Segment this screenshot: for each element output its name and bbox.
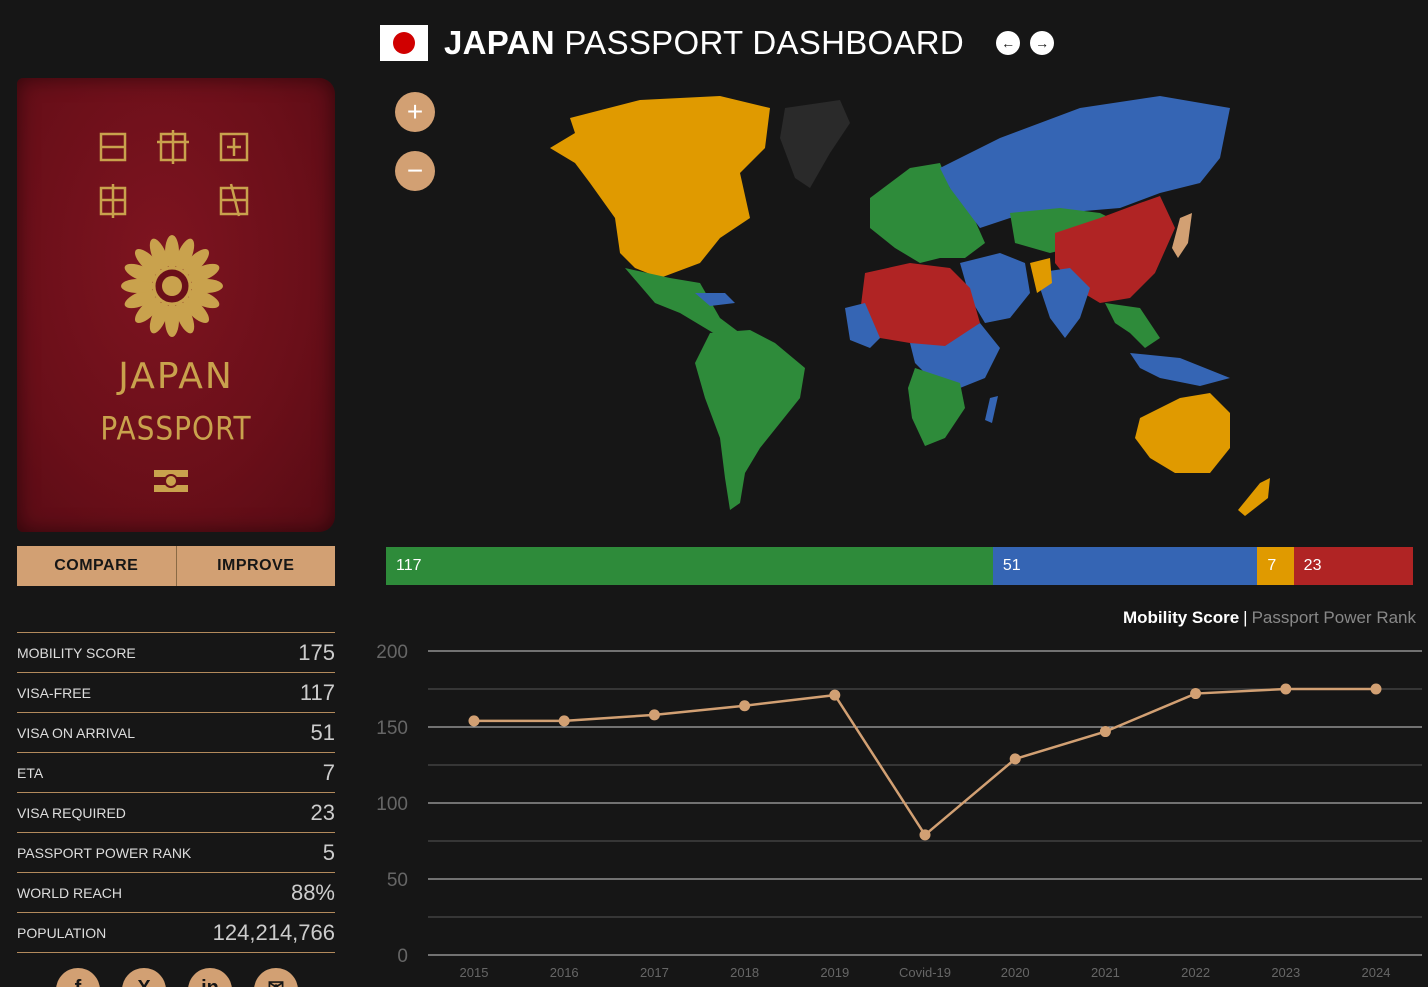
visa-required-segment[interactable]: 23 xyxy=(1293,547,1413,585)
map-region-japan xyxy=(1172,213,1192,258)
facebook-icon[interactable]: f xyxy=(56,968,100,987)
map-region-central-america[interactable] xyxy=(625,268,740,343)
x-tick-label: 2021 xyxy=(1091,965,1120,980)
world-map[interactable] xyxy=(440,78,1340,528)
stat-value: 117 xyxy=(299,679,335,705)
x-tick-label: 2023 xyxy=(1271,965,1300,980)
map-region-north-america[interactable] xyxy=(550,96,770,278)
x-tick-label: 2022 xyxy=(1181,965,1210,980)
japan-flag-icon xyxy=(380,25,428,61)
stat-value: 5 xyxy=(322,839,335,865)
stat-row: PASSPORT POWER RANK 5 xyxy=(17,833,335,873)
zoom-in-button[interactable]: + xyxy=(395,92,435,132)
chart-toggle: Mobility Score | Passport Power Rank xyxy=(1123,608,1416,628)
stat-value: 7 xyxy=(322,759,335,785)
passport-cover: JAPAN PASSPORT xyxy=(17,78,335,532)
stat-row: WORLD REACH 88% xyxy=(17,873,335,913)
linkedin-icon[interactable]: in xyxy=(188,968,232,987)
compare-button[interactable]: COMPARE xyxy=(17,546,176,586)
data-point[interactable] xyxy=(468,715,480,727)
y-tick-label: 100 xyxy=(376,794,408,815)
page-header: JAPAN PASSPORT DASHBOARD ← → xyxy=(380,18,1055,68)
social-share: f X in ✉ xyxy=(56,968,298,987)
stat-value: 124,214,766 xyxy=(212,919,335,945)
stat-row: VISA-FREE 117 xyxy=(17,673,335,713)
data-point[interactable] xyxy=(739,700,751,712)
data-point[interactable] xyxy=(1280,683,1292,695)
map-region-new-zealand[interactable] xyxy=(1238,478,1270,516)
stat-label: VISA REQUIRED xyxy=(17,804,126,821)
stat-row: MOBILITY SCORE 175 xyxy=(17,633,335,673)
map-region-greenland xyxy=(780,100,850,188)
zoom-out-button[interactable]: − xyxy=(395,151,435,191)
stat-row: VISA REQUIRED 23 xyxy=(17,793,335,833)
stat-value: 175 xyxy=(298,639,335,665)
passport-emblem-graphic xyxy=(99,130,249,492)
visa-distribution-bar: 117 51 7 23 xyxy=(386,547,1413,585)
map-region-russia[interactable] xyxy=(940,96,1230,228)
visa-on-arrival-segment[interactable]: 51 xyxy=(992,547,1258,585)
passport-subtitle: PASSPORT xyxy=(100,409,252,448)
stat-label: WORLD REACH xyxy=(17,884,123,901)
action-bar: COMPARE IMPROVE xyxy=(17,546,335,586)
map-region-madagascar[interactable] xyxy=(985,396,998,423)
x-tick-label: 2020 xyxy=(1001,965,1030,980)
stat-row: VISA ON ARRIVAL 51 xyxy=(17,713,335,753)
mobility-score-chart: 0 50 100 150 200 2015 2016 2017 2018 2019 Covid-19… xyxy=(376,642,1422,980)
arrow-right-icon[interactable]: → xyxy=(1030,31,1055,55)
data-point[interactable] xyxy=(829,689,841,701)
y-tick-label: 0 xyxy=(397,946,408,967)
x-tick-label: 2018 xyxy=(730,965,759,980)
stat-value: 23 xyxy=(310,799,335,825)
improve-button[interactable]: IMPROVE xyxy=(175,546,336,586)
stat-row: POPULATION 124,214,766 xyxy=(17,913,335,953)
arrow-left-icon[interactable]: ← xyxy=(996,31,1021,55)
x-tick-label: Covid-19 xyxy=(899,965,951,980)
data-point[interactable] xyxy=(1099,726,1111,738)
title-rest: PASSPORT DASHBOARD xyxy=(564,24,965,61)
legend-separator: | xyxy=(1243,608,1248,627)
x-tick-label: 2024 xyxy=(1362,965,1391,980)
stat-label: VISA-FREE xyxy=(17,684,91,701)
passport-power-rank-toggle[interactable]: Passport Power Rank xyxy=(1252,608,1416,627)
map-region-indonesia[interactable] xyxy=(1130,353,1230,386)
map-region-southeast-asia[interactable] xyxy=(1105,303,1160,348)
data-point[interactable] xyxy=(1009,753,1021,765)
x-tick-label: 2015 xyxy=(460,965,489,980)
stat-row: ETA 7 xyxy=(17,753,335,793)
stats-list: MOBILITY SCORE 175 VISA-FREE 117 VISA ON A… xyxy=(17,632,335,953)
y-tick-label: 200 xyxy=(376,642,408,663)
visa-free-segment[interactable]: 117 xyxy=(386,547,993,585)
eta-segment[interactable]: 7 xyxy=(1257,547,1294,585)
x-tick-label: 2016 xyxy=(550,965,579,980)
mobility-score-toggle[interactable]: Mobility Score xyxy=(1123,608,1239,627)
email-icon[interactable]: ✉ xyxy=(254,968,298,987)
x-tick-label: 2019 xyxy=(820,965,849,980)
stat-value: 51 xyxy=(310,719,335,745)
map-region-south-america[interactable] xyxy=(695,330,805,510)
y-tick-label: 150 xyxy=(376,718,408,739)
title-country: JAPAN xyxy=(444,24,555,61)
passport-title: JAPAN xyxy=(118,356,234,397)
data-point[interactable] xyxy=(1370,683,1382,695)
stat-label: VISA ON ARRIVAL xyxy=(17,724,136,741)
stat-label: MOBILITY SCORE xyxy=(17,644,136,661)
x-icon[interactable]: X xyxy=(122,968,166,987)
stat-label: PASSPORT POWER RANK xyxy=(17,844,192,861)
data-point[interactable] xyxy=(919,829,931,841)
stat-label: ETA xyxy=(17,764,44,781)
data-point[interactable] xyxy=(1190,688,1202,700)
mobility-score-line xyxy=(474,687,1376,837)
y-tick-label: 50 xyxy=(387,870,408,891)
stat-value: 88% xyxy=(290,879,335,905)
x-tick-label: 2017 xyxy=(640,965,669,980)
data-point[interactable] xyxy=(648,709,660,721)
map-region-australia[interactable] xyxy=(1135,393,1230,473)
stat-label: POPULATION xyxy=(17,924,107,941)
page-title: JAPAN PASSPORT DASHBOARD xyxy=(444,24,964,62)
data-point[interactable] xyxy=(558,715,570,727)
